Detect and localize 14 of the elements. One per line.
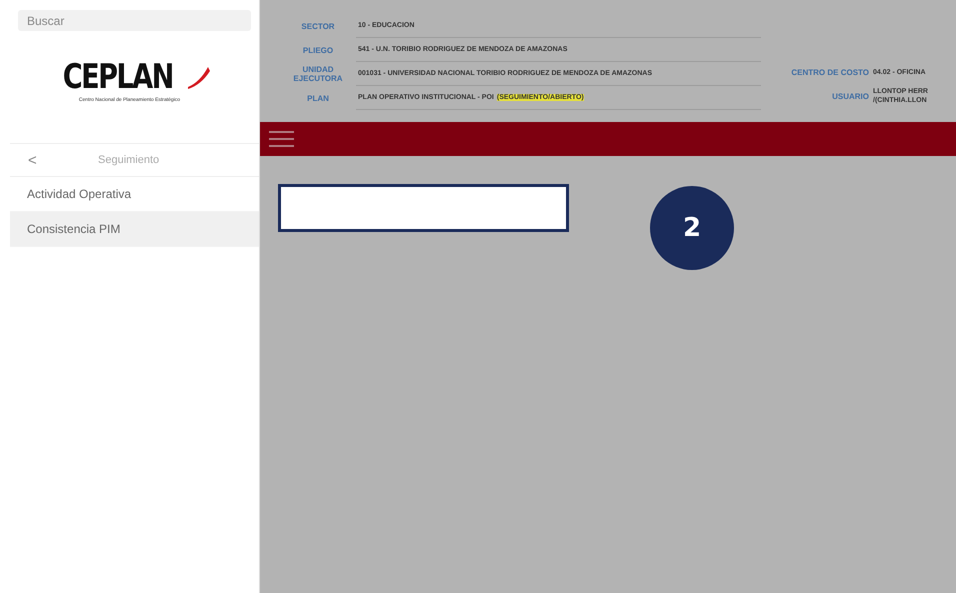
menu-title: Seguimiento [98,154,160,166]
field-label: USUARIO [831,90,870,102]
logo-swoosh-icon [188,67,210,89]
field-label: SECTOR [300,20,336,32]
field-label: PLAN [306,92,330,104]
search-field[interactable]: Buscar [18,10,251,31]
sidebar-item[interactable]: Consistencia PIM [10,212,259,247]
logo-wordmark: CEPLAN [62,59,173,95]
field-label: CENTRO DE COSTO [790,66,870,78]
field-label: PLIEGO [302,44,334,56]
back-button[interactable]: < [28,152,98,168]
step-badge: 2 [650,186,734,270]
menu-icon[interactable] [269,130,294,148]
field-label: UNIDAD EJECUTORA [292,64,344,85]
